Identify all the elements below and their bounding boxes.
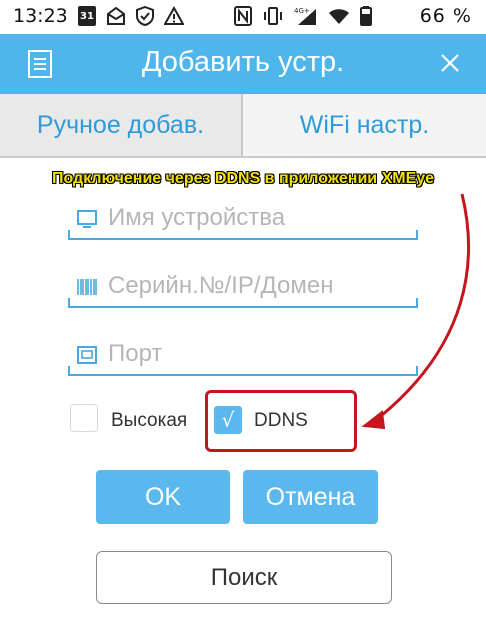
calendar-icon: 31 (78, 6, 96, 26)
high-quality-label: Высокая (111, 410, 188, 431)
high-quality-checkbox[interactable] (70, 404, 98, 432)
nfc-icon (234, 6, 252, 26)
ok-button[interactable]: OK (96, 470, 230, 524)
status-left-icons: 31 (78, 6, 184, 26)
status-time: 13:23 (13, 5, 68, 27)
svg-text:4G+: 4G+ (294, 7, 310, 15)
port-input[interactable] (108, 336, 413, 372)
tab-wifi-settings[interactable]: WiFi настр. (243, 94, 486, 156)
device-name-field (68, 196, 418, 240)
barcode-icon (77, 279, 97, 295)
shield-check-icon (136, 6, 154, 26)
device-name-input[interactable] (108, 200, 413, 236)
app-header: Добавить устр. (0, 34, 486, 94)
mail-badge-icon (107, 6, 125, 25)
annotation-highlight-box (205, 390, 357, 452)
battery-percentage: 66 % (419, 5, 472, 27)
serial-input[interactable] (108, 268, 413, 304)
serial-field (68, 264, 418, 308)
vibrate-icon (264, 7, 282, 25)
tab-manual-add[interactable]: Ручное добав. (0, 94, 243, 156)
status-right-icons: 4G+ (234, 6, 372, 26)
monitor-icon (77, 210, 97, 228)
battery-icon (360, 6, 372, 26)
warning-icon (164, 6, 184, 25)
wifi-icon (329, 9, 349, 24)
close-icon[interactable] (434, 47, 466, 79)
signal-icon: 4G+ (294, 7, 316, 25)
annotation-caption: Подключение через DDNS в приложении XMEy… (51, 170, 435, 187)
status-bar: 13:23 31 4G+ 66 % (0, 0, 486, 34)
search-button[interactable]: Поиск (96, 551, 392, 604)
port-field (68, 332, 418, 376)
cancel-button[interactable]: Отмена (243, 470, 378, 524)
tab-bar: Ручное добав. WiFi настр. (0, 94, 486, 158)
page-title: Добавить устр. (141, 46, 345, 78)
calendar-day: 31 (80, 11, 94, 22)
port-icon (77, 346, 97, 364)
